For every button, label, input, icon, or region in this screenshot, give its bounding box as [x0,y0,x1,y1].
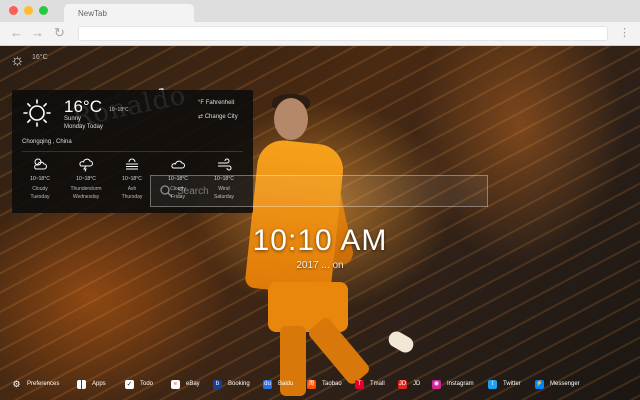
bottom-item-label: Preferences [27,381,60,387]
divider [22,151,243,152]
bottom-bar: ⚙ Preferences Apps ✓ Todo e eBay b Booki… [0,372,640,396]
bottom-item-label: Booking [228,381,250,387]
bottom-item-tmall[interactable]: T Tmall [355,376,385,392]
search-input[interactable] [177,184,477,198]
bottom-item-jd[interactable]: JD JD [398,376,420,392]
sun-icon [23,99,51,127]
location-label: Chongqing , China [22,139,72,145]
bottom-item-preferences[interactable]: ⚙ Preferences [12,376,59,392]
forecast-range: 10~18°C [122,176,142,182]
menu-icon[interactable]: ⋮ [619,27,630,39]
cloud-icon [171,160,185,169]
clock-time: 10:10 AM [252,224,388,257]
bottom-item-booking[interactable]: b Booking [213,376,250,392]
address-bar[interactable] [78,26,608,41]
jd-icon: JD [398,379,407,389]
grid-icon [77,379,86,389]
forecast-day: 10~18°C Cloudy Tuesday [18,154,62,200]
forecast-range: 10~18°C [30,176,50,182]
forecast-day: 10~18°C Thunderstorm Wednesday [64,154,108,200]
window-close-button[interactable] [9,6,18,15]
twitter-icon: t [488,379,497,389]
thunderstorm-icon [79,158,93,172]
tmall-icon: T [355,379,364,389]
bottom-item-label: Tmall [370,381,385,387]
arrow-left-icon[interactable]: ← [10,26,23,40]
current-condition: Sunny [64,116,82,122]
forecast-day-name: Thursday [121,194,143,200]
messenger-icon: ⚡ [535,379,544,389]
bottom-item-twitter[interactable]: t Twitter [488,376,521,392]
player-shorts [268,282,348,332]
browser-titlebar: NewTab [0,0,640,22]
clock-date: 2017 ... on [296,260,344,271]
mini-weather[interactable]: ☼ 16°C [10,52,48,70]
booking-icon: b [213,379,222,389]
search-box [150,175,488,207]
bottom-item-baidu[interactable]: du Baidu [263,376,293,392]
bottom-item-label: Taobao [322,381,342,387]
bottom-item-label: JD [413,381,421,387]
player-head [274,98,308,140]
cloudy-icon [34,158,47,170]
checkbox-icon: ✓ [125,379,134,389]
forecast-condition: Ash [127,186,137,192]
taobao-icon: 淘 [307,379,316,389]
instagram-icon: ◉ [432,379,441,389]
browser-toolbar: ← → ↻ ⋮ [0,22,640,46]
player-torso [244,137,346,297]
bottom-item-todo[interactable]: ✓ Todo [125,376,153,392]
bottom-item-label: Instagram [447,381,474,387]
current-range: 10~18°C [109,107,129,113]
forecast-day-name: Wednesday [72,194,100,200]
forecast-condition: Thunderstorm [70,186,102,192]
reload-icon[interactable]: ↻ [54,26,65,40]
bottom-item-label: Apps [92,381,106,387]
ebay-icon: e [171,379,180,389]
bottom-item-label: Baidu [278,381,294,387]
unit-toggle[interactable]: °F Fahrenheit [198,100,234,106]
mini-temp: 16°C [32,54,48,61]
bottom-item-taobao[interactable]: 淘 Taobao [307,376,342,392]
forecast-range: 10~18°C [76,176,96,182]
search-icon[interactable] [159,184,173,198]
bottom-item-label: Twitter [503,381,521,387]
browser-tab[interactable]: NewTab [64,4,194,22]
forecast-day: 10~18°C Ash Thursday [110,154,154,200]
window-maximize-button[interactable] [39,6,48,15]
change-city-link[interactable]: ⇄ Change City [198,113,238,120]
ash-icon [126,158,138,170]
current-temp: 16°C [64,97,102,116]
forecast-day-name: Tuesday [30,194,50,200]
forecast-condition: Cloudy [32,186,48,192]
bottom-item-label: eBay [186,381,200,387]
wind-icon [218,158,232,171]
current-day: Monday Today [64,124,103,130]
gear-icon: ⚙ [12,378,21,389]
arrow-right-icon[interactable]: → [31,26,44,40]
bottom-item-label: Todo [140,381,154,387]
bottom-item-instagram[interactable]: ◉ Instagram [432,376,474,392]
bottom-item-label: Messenger [550,381,580,387]
baidu-icon: du [263,379,272,389]
window-minimize-button[interactable] [24,6,33,15]
bottom-item-ebay[interactable]: e eBay [171,376,200,392]
bottom-item-apps[interactable]: Apps [77,376,106,392]
tab-title: NewTab [78,9,107,18]
bottom-item-messenger[interactable]: ⚡ Messenger [535,376,580,392]
sun-icon: ☼ [10,52,25,69]
